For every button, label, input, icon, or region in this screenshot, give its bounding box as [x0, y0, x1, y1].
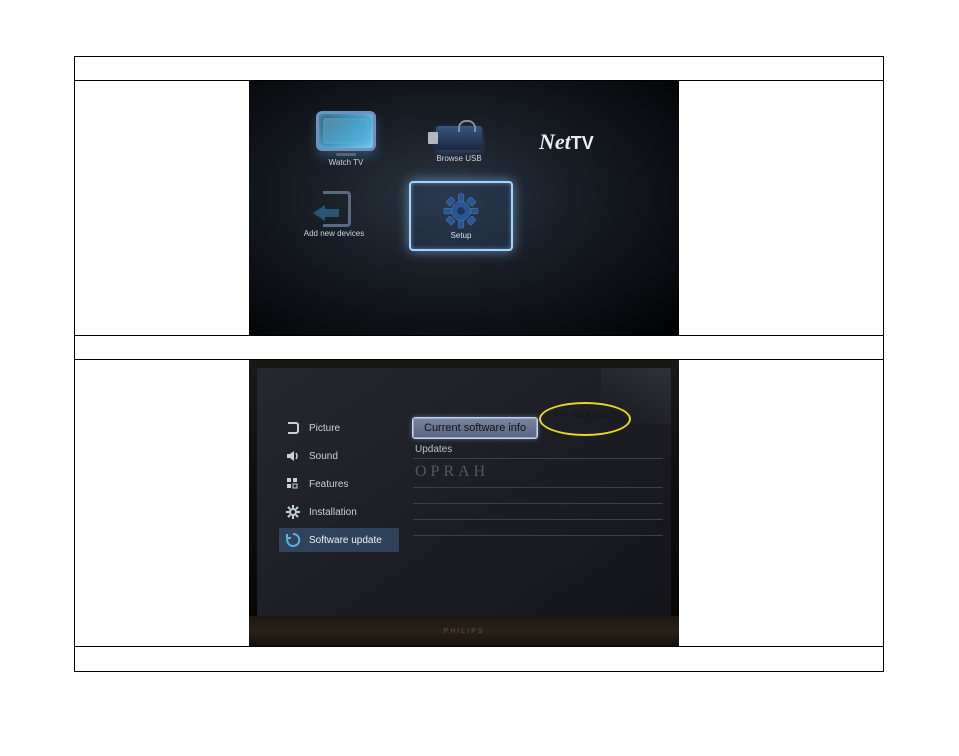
tile-net-tv[interactable]: Net TV: [539, 129, 594, 155]
updates-item[interactable]: Updates: [413, 442, 663, 459]
panel-empty-row: [413, 488, 663, 504]
panel-empty-row: [413, 504, 663, 520]
gear-icon: [442, 192, 480, 230]
table-spacer-row: [75, 57, 883, 81]
software-version-text: PHL-0BA 518.0: [553, 410, 615, 420]
menu-label: Features: [309, 479, 348, 490]
tile-setup-selected[interactable]: Setup: [409, 181, 513, 251]
menu-label: Installation: [309, 507, 357, 518]
picture-icon: [285, 420, 301, 436]
tile-add-new-devices[interactable]: Add new devices: [289, 191, 379, 238]
tile-label: Watch TV: [309, 158, 383, 167]
tile-watch-tv[interactable]: Watch TV: [309, 111, 383, 167]
usb-icon: [436, 126, 482, 150]
nettv-tv-text: TV: [571, 133, 594, 154]
tv-bezel: PHILIPS: [249, 616, 679, 646]
tv-stand-icon: [336, 153, 356, 156]
table-row: Picture Sound Features: [75, 360, 883, 647]
tv-screen-area: Picture Sound Features: [257, 368, 671, 616]
menu-item-installation[interactable]: Installation: [279, 500, 399, 524]
tile-label: Browse USB: [429, 154, 489, 163]
table-spacer-row: [75, 647, 883, 671]
document-table: Watch TV Browse USB Net TV Add: [74, 56, 884, 672]
nettv-logo: Net TV: [539, 129, 594, 155]
menu-item-features[interactable]: Features: [279, 472, 399, 496]
menu-item-picture[interactable]: Picture: [279, 416, 399, 440]
table-cell: Picture Sound Features: [75, 360, 883, 646]
sound-icon: [285, 448, 301, 464]
add-device-icon: [309, 191, 359, 227]
table-row: Watch TV Browse USB Net TV Add: [75, 81, 883, 336]
settings-side-menu: Picture Sound Features: [279, 416, 399, 556]
menu-label: Sound: [309, 451, 338, 462]
tv-software-update-screenshot: Picture Sound Features: [249, 360, 679, 646]
table-spacer-row: [75, 336, 883, 360]
table-cell: Watch TV Browse USB Net TV Add: [75, 81, 883, 335]
tv-icon: [316, 111, 376, 151]
features-icon: [285, 476, 301, 492]
menu-item-sound[interactable]: Sound: [279, 444, 399, 468]
menu-label: Software update: [309, 535, 382, 546]
update-icon: [285, 532, 301, 548]
tile-label: Add new devices: [289, 229, 379, 238]
tv-brand-logo: PHILIPS: [444, 628, 485, 635]
panel-empty-row: [413, 520, 663, 536]
software-update-panel: Current software info Updates OPRAH: [413, 418, 663, 536]
menu-label: Picture: [309, 423, 340, 434]
nettv-net-text: Net: [539, 129, 571, 155]
installation-gear-icon: [285, 504, 301, 520]
background-watermark: OPRAH: [413, 459, 663, 488]
tile-label: Setup: [451, 231, 472, 240]
tv-home-menu-screenshot: Watch TV Browse USB Net TV Add: [249, 81, 679, 335]
current-software-info-button[interactable]: Current software info: [413, 418, 537, 438]
menu-item-software-update-selected[interactable]: Software update: [279, 528, 399, 552]
tile-browse-usb[interactable]: Browse USB: [429, 116, 489, 163]
